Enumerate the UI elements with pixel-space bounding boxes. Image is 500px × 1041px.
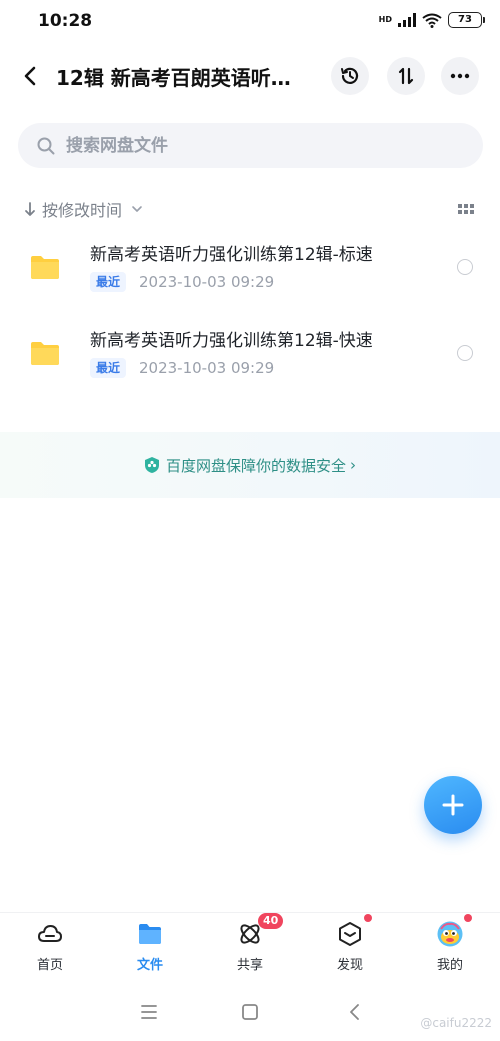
recents-button[interactable] — [137, 1000, 161, 1024]
shield-icon — [144, 457, 159, 473]
search-bar[interactable] — [18, 123, 483, 168]
menu-lines-icon — [141, 1005, 157, 1019]
signal-icon — [398, 13, 416, 27]
tab-files[interactable]: 文件 — [100, 913, 200, 983]
notification-count-badge: 40 — [258, 913, 284, 929]
chevron-left-icon — [24, 66, 36, 86]
select-checkbox[interactable] — [457, 345, 473, 361]
avatar — [437, 921, 463, 947]
tab-label: 文件 — [136, 958, 163, 973]
more-button[interactable] — [441, 57, 479, 95]
battery-indicator: 73 — [448, 12, 485, 28]
grid-view-button[interactable] — [456, 199, 476, 219]
tab-share[interactable]: 40 共享 — [200, 913, 300, 983]
status-bar: 10:28 HD 73 — [0, 0, 500, 44]
network-type: HD — [378, 15, 392, 24]
top-bar: 12辑 新高考百朗英语听力强化训练 — [0, 50, 500, 104]
chevron-left-icon — [350, 1004, 359, 1020]
sort-arrows-icon — [398, 67, 414, 85]
security-banner[interactable]: 百度网盘保障你的数据安全 › — [0, 432, 500, 498]
folder-icon — [31, 256, 59, 279]
back-button[interactable] — [18, 62, 44, 90]
chevron-down-icon — [132, 206, 142, 212]
plus-icon — [442, 794, 464, 816]
status-icons: HD 73 — [378, 12, 485, 28]
select-checkbox[interactable] — [457, 259, 473, 275]
tab-label: 发现 — [336, 958, 363, 973]
file-modified-time: 2023-10-03 09:29 — [139, 273, 275, 291]
tab-label: 共享 — [236, 958, 263, 973]
notification-dot — [364, 914, 372, 922]
system-nav-bar: @caifu2222 — [0, 982, 500, 1041]
chevron-right-icon: › — [350, 456, 356, 474]
bottom-tab-bar: 首页 文件 40 共享 发现 我的 — [0, 912, 500, 982]
history-clock-icon — [341, 67, 359, 84]
wifi-icon — [422, 13, 442, 28]
page-title: 12辑 新高考百朗英语听力强化训练 — [56, 66, 308, 90]
system-back-button[interactable] — [343, 1000, 367, 1024]
discover-cube-icon — [339, 922, 361, 946]
sort-dropdown[interactable]: 按修改时间 — [24, 197, 144, 221]
security-banner-text: 百度网盘保障你的数据安全 — [165, 456, 346, 475]
add-button[interactable] — [424, 776, 482, 834]
square-icon — [242, 1004, 258, 1020]
tab-label: 首页 — [36, 958, 63, 973]
file-name: 新高考英语听力强化训练第12辑-标速 — [90, 245, 373, 265]
sort-bar: 按修改时间 — [24, 196, 476, 222]
sort-order-button[interactable] — [387, 57, 425, 95]
tab-discover[interactable]: 发现 — [300, 913, 400, 983]
folder-icon — [31, 342, 59, 365]
history-button[interactable] — [331, 57, 369, 95]
arrow-down-icon — [25, 202, 35, 216]
tab-me[interactable]: 我的 — [400, 913, 500, 983]
folder-icon — [139, 924, 161, 944]
home-button[interactable] — [238, 1000, 262, 1024]
file-modified-time: 2023-10-03 09:29 — [139, 359, 275, 377]
tab-label: 我的 — [436, 958, 463, 973]
tab-home[interactable]: 首页 — [0, 913, 100, 983]
grid-view-icon — [458, 204, 474, 214]
notification-dot — [464, 914, 472, 922]
recent-badge: 最近 — [90, 272, 127, 292]
file-row[interactable]: 新高考英语听力强化训练第12辑-快速 最近 2023-10-03 09:29 — [0, 320, 500, 404]
file-name: 新高考英语听力强化训练第12辑-快速 — [90, 331, 373, 351]
watermark: @caifu2222 — [420, 1016, 492, 1030]
file-row[interactable]: 新高考英语听力强化训练第12辑-标速 最近 2023-10-03 09:29 — [0, 234, 500, 318]
sort-label: 按修改时间 — [42, 201, 123, 220]
search-icon — [37, 137, 55, 154]
cloud-home-icon — [38, 925, 62, 942]
more-dots-icon — [450, 73, 470, 79]
recent-badge: 最近 — [90, 358, 127, 378]
search-input[interactable] — [66, 135, 446, 156]
status-time: 10:28 — [38, 11, 93, 31]
